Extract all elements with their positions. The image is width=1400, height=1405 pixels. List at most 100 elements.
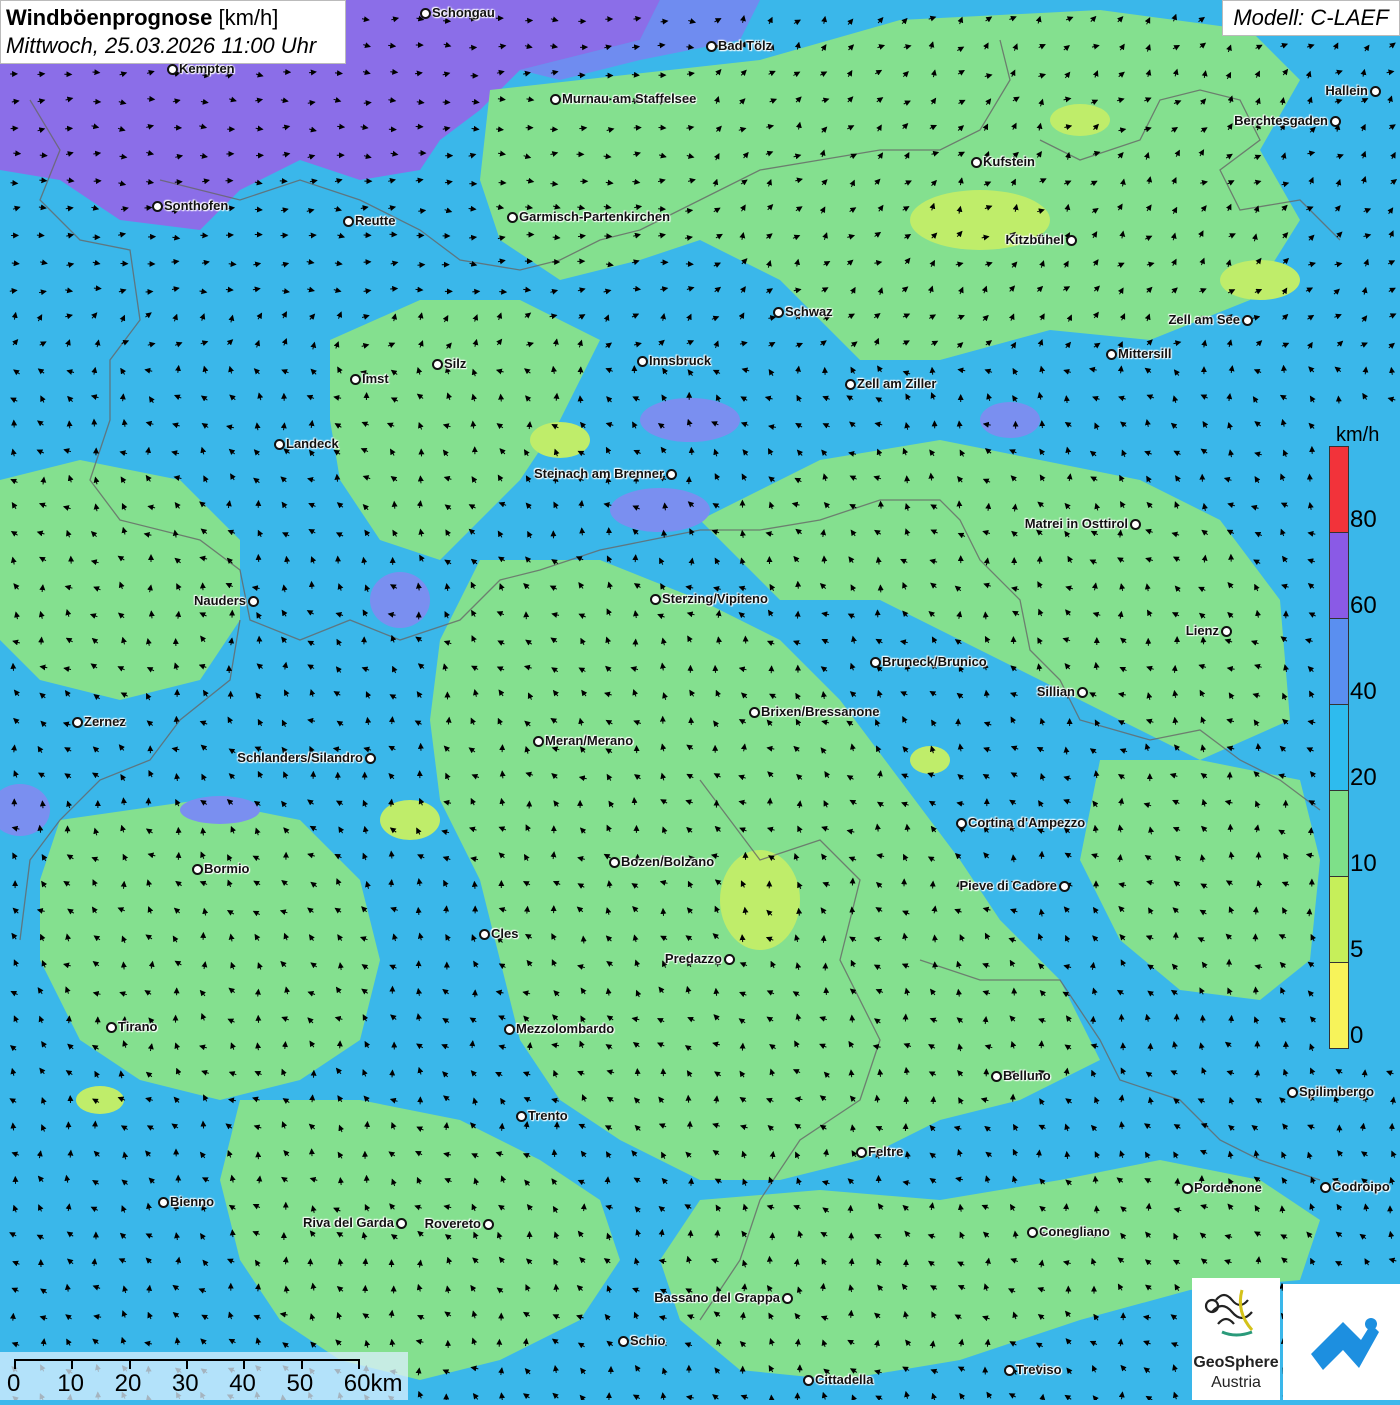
city-marker[interactable] (432, 359, 443, 370)
city-marker[interactable] (248, 596, 259, 607)
city-marker[interactable] (1287, 1087, 1298, 1098)
city-marker[interactable] (1130, 519, 1141, 530)
city-marker[interactable] (167, 64, 178, 75)
city-marker[interactable] (365, 753, 376, 764)
city-marker[interactable] (1330, 116, 1341, 127)
city-marker[interactable] (516, 1111, 527, 1122)
city-label[interactable]: Brixen/Bressanone (761, 704, 880, 719)
city-label[interactable]: Conegliano (1039, 1224, 1110, 1239)
city-label[interactable]: Sonthofen (164, 198, 228, 213)
city-marker[interactable] (637, 356, 648, 367)
city-marker[interactable] (724, 954, 735, 965)
city-label[interactable]: Imst (362, 371, 389, 386)
app-logo[interactable] (1283, 1284, 1400, 1400)
city-marker[interactable] (106, 1022, 117, 1033)
city-label[interactable]: Bruneck/Brunico (882, 654, 987, 669)
city-label[interactable]: Sterzing/Vipiteno (662, 591, 768, 606)
city-label[interactable]: Bienno (170, 1194, 214, 1209)
city-label[interactable]: Zell am Ziller (857, 376, 936, 391)
city-label[interactable]: Riva del Garda (303, 1215, 394, 1230)
city-label[interactable]: Feltre (868, 1144, 903, 1159)
city-marker[interactable] (749, 707, 760, 718)
city-label[interactable]: Schlanders/Silandro (237, 750, 363, 765)
city-label[interactable]: Spilimbergo (1299, 1084, 1374, 1099)
city-label[interactable]: Treviso (1016, 1362, 1062, 1377)
city-label[interactable]: Kufstein (983, 154, 1035, 169)
city-marker[interactable] (72, 717, 83, 728)
city-label[interactable]: Mittersill (1118, 346, 1171, 361)
city-marker[interactable] (666, 469, 677, 480)
city-label[interactable]: Bormio (204, 861, 250, 876)
city-label[interactable]: Berchtesgaden (1234, 113, 1328, 128)
city-marker[interactable] (609, 857, 620, 868)
city-label[interactable]: Murnau am Staffelsee (562, 91, 696, 106)
city-label[interactable]: Lienz (1186, 623, 1219, 638)
city-marker[interactable] (533, 736, 544, 747)
city-marker[interactable] (803, 1375, 814, 1386)
city-label[interactable]: Sillian (1037, 684, 1075, 699)
city-marker[interactable] (1059, 881, 1070, 892)
city-label[interactable]: Tirano (118, 1019, 158, 1034)
city-label[interactable]: Garmisch-Partenkirchen (519, 209, 670, 224)
city-label[interactable]: Meran/Merano (545, 733, 633, 748)
city-label[interactable]: Nauders (194, 593, 246, 608)
city-label[interactable]: Pieve di Cadore (959, 878, 1057, 893)
city-label[interactable]: Belluno (1003, 1068, 1051, 1083)
city-label[interactable]: Trento (528, 1108, 568, 1123)
city-marker[interactable] (158, 1197, 169, 1208)
city-label[interactable]: Matrei in Osttirol (1025, 516, 1128, 531)
city-marker[interactable] (483, 1219, 494, 1230)
city-marker[interactable] (870, 657, 881, 668)
city-marker[interactable] (1066, 235, 1077, 246)
city-marker[interactable] (350, 374, 361, 385)
city-label[interactable]: Rovereto (425, 1216, 481, 1231)
city-label[interactable]: Schongau (432, 5, 495, 20)
city-label[interactable]: Predazzo (665, 951, 722, 966)
city-marker[interactable] (991, 1071, 1002, 1082)
city-marker[interactable] (1242, 315, 1253, 326)
city-marker[interactable] (650, 594, 661, 605)
city-label[interactable]: Kempten (179, 61, 235, 76)
city-label[interactable]: Mezzolombardo (516, 1021, 614, 1036)
city-label[interactable]: Bozen/Bolzano (621, 854, 714, 869)
city-marker[interactable] (1221, 626, 1232, 637)
city-marker[interactable] (192, 864, 203, 875)
city-marker[interactable] (856, 1147, 867, 1158)
city-label[interactable]: Reutte (355, 213, 395, 228)
city-label[interactable]: Bad Tölz (718, 38, 772, 53)
city-marker[interactable] (956, 818, 967, 829)
city-marker[interactable] (504, 1024, 515, 1035)
city-marker[interactable] (1320, 1182, 1331, 1193)
city-marker[interactable] (773, 307, 784, 318)
city-label[interactable]: Cles (491, 926, 518, 941)
city-marker[interactable] (1027, 1227, 1038, 1238)
city-marker[interactable] (1004, 1365, 1015, 1376)
city-marker[interactable] (618, 1336, 629, 1347)
city-label[interactable]: Innsbruck (649, 353, 711, 368)
city-marker[interactable] (152, 201, 163, 212)
city-marker[interactable] (420, 8, 431, 19)
city-marker[interactable] (507, 212, 518, 223)
city-marker[interactable] (845, 379, 856, 390)
city-label[interactable]: Silz (444, 356, 466, 371)
city-marker[interactable] (479, 929, 490, 940)
city-label[interactable]: Landeck (286, 436, 339, 451)
city-marker[interactable] (706, 41, 717, 52)
city-marker[interactable] (1370, 86, 1381, 97)
city-label[interactable]: Bassano del Grappa (654, 1290, 780, 1305)
city-marker[interactable] (274, 439, 285, 450)
city-label[interactable]: Codroipo (1332, 1179, 1390, 1194)
city-marker[interactable] (1077, 687, 1088, 698)
city-marker[interactable] (396, 1218, 407, 1229)
city-marker[interactable] (1182, 1183, 1193, 1194)
city-marker[interactable] (971, 157, 982, 168)
city-label[interactable]: Hallein (1325, 83, 1368, 98)
city-marker[interactable] (343, 216, 354, 227)
city-label[interactable]: Schio (630, 1333, 665, 1348)
city-label[interactable]: Zell am See (1168, 312, 1240, 327)
city-marker[interactable] (782, 1293, 793, 1304)
city-marker[interactable] (1106, 349, 1117, 360)
city-label[interactable]: Cortina d'Ampezzo (968, 815, 1085, 830)
city-label[interactable]: Kitzbühel (1006, 232, 1065, 247)
city-label[interactable]: Cittadella (815, 1372, 874, 1387)
